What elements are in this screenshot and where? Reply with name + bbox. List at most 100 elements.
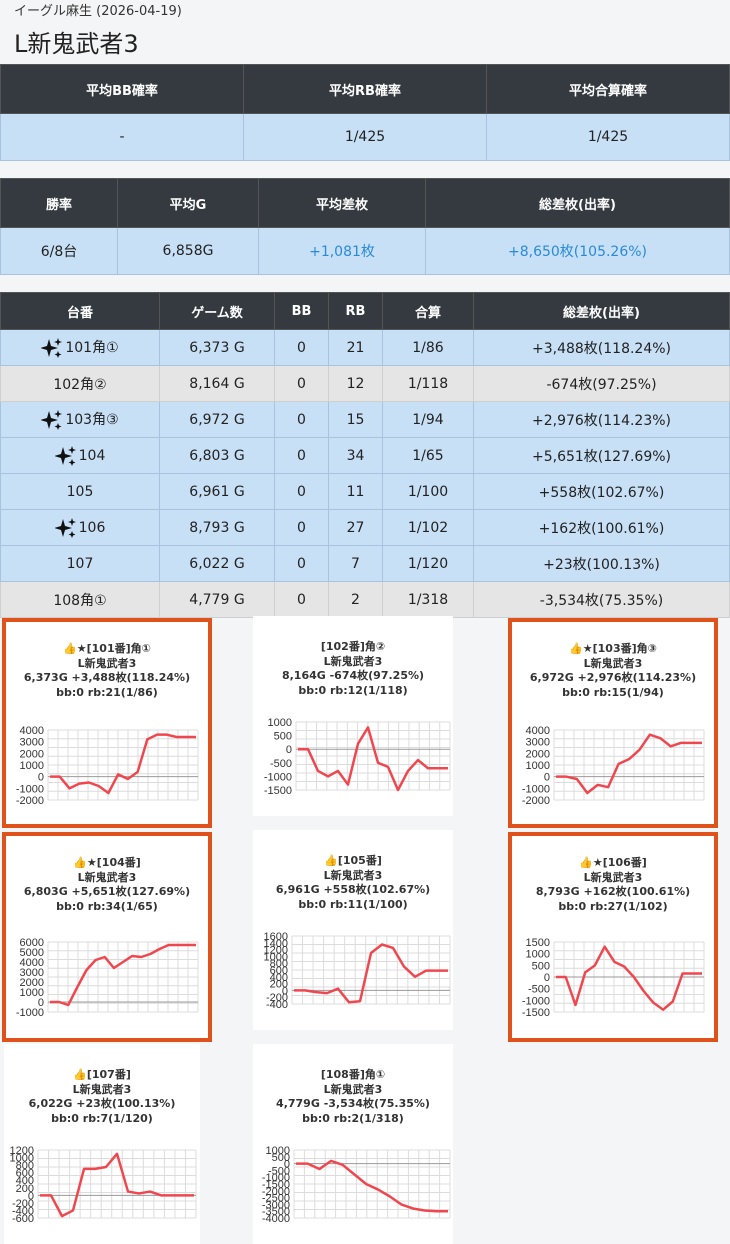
total-diff-text: +5,651枚(127.69%) xyxy=(531,448,672,465)
y-tick-label: -400 xyxy=(266,999,288,1011)
chart-card-101[interactable]: 👍★[101番]角① L新鬼武者3 6,373G +3,488枚(118.24%) b… xyxy=(2,618,212,828)
win-rate-value: 6/8台 xyxy=(0,227,118,275)
total-diff-text: +2,976枚(114.23%) xyxy=(531,412,672,429)
y-tick-label: -500 xyxy=(528,984,550,996)
y-tick-label: 3000 xyxy=(20,737,44,749)
y-tick-label: 0 xyxy=(544,772,550,784)
combined-prob-text: 1/65 xyxy=(412,447,444,464)
line-chart: 1000 5000 -500-1000 -1500 xyxy=(264,717,451,797)
y-tick-label: 1500 xyxy=(526,937,550,949)
line-chart: 6000500040003000200010000-1000 xyxy=(16,937,199,1019)
y-tick-label: 0 xyxy=(286,744,292,756)
chart-card-106[interactable]: 👍★[106番] L新鬼武者3 8,793G +162枚(100.61%) bb:0 … xyxy=(508,832,718,1042)
combined-prob: 1/86 xyxy=(382,329,474,366)
chart-card-107[interactable]: 👍[107番] L新鬼武者3 6,022G +23枚(100.13%) bb:0 rb… xyxy=(4,1044,200,1244)
sparkle-icon xyxy=(41,410,63,430)
table-row: 107 6,022 G 0 7 1/120 +23枚(100.13%) xyxy=(0,545,730,582)
game-count: 6,373 G xyxy=(159,329,275,366)
table-row: 105 6,961 G 0 11 1/100 +558枚(102.67%) xyxy=(0,473,730,510)
machine-number: 105 xyxy=(0,473,160,510)
col-header: 勝率 xyxy=(0,178,118,228)
game-count: 6,972 G xyxy=(159,401,275,438)
total-diff-text: +558枚(102.67%) xyxy=(538,484,665,501)
rb-count: 27 xyxy=(328,509,383,546)
page-title: L新鬼武者3 xyxy=(14,30,139,58)
total-diff: +5,651枚(127.69%) xyxy=(473,437,730,474)
bb-count-text: 0 xyxy=(297,447,306,464)
combined-prob-text: 1/86 xyxy=(412,339,444,356)
chart-grid xyxy=(47,729,199,801)
combined-prob-text: 1/120 xyxy=(407,555,449,572)
chart-card-105[interactable]: 👍[105番] L新鬼武者3 6,961G +558枚(102.67%) bb:0 r… xyxy=(253,830,453,1030)
total-diff: +2,976枚(114.23%) xyxy=(473,401,730,438)
series-line xyxy=(556,945,702,1011)
y-tick-label: 3000 xyxy=(526,737,550,749)
total-diff-text: -674枚(97.25%) xyxy=(546,376,657,393)
bb-count: 0 xyxy=(274,401,329,438)
series-line xyxy=(296,1159,448,1213)
sparkle-icon xyxy=(54,517,76,538)
y-tick-label: 4000 xyxy=(20,725,44,737)
game-count: 8,164 G xyxy=(159,365,275,402)
total-diff: +23枚(100.13%) xyxy=(473,545,730,582)
rb-count-text: 27 xyxy=(346,519,365,536)
total-diff-text: +23枚(100.13%) xyxy=(543,556,660,573)
avg-rb-value: 1/425 xyxy=(243,113,487,161)
rb-count: 2 xyxy=(328,581,383,618)
bb-count-text: 0 xyxy=(297,411,306,428)
total-diff: +3,488枚(118.24%) xyxy=(473,329,730,366)
total-diff: -3,534枚(75.35%) xyxy=(473,581,730,618)
chart-card-104[interactable]: 👍★[104番] L新鬼武者3 6,803G +5,651枚(127.69%) bb:… xyxy=(2,832,212,1042)
series-line xyxy=(40,1152,194,1218)
bb-count: 0 xyxy=(274,365,329,402)
y-tick-label: -1000 xyxy=(16,1007,44,1019)
combined-prob: 1/94 xyxy=(382,401,474,438)
machine-number-text: 103角③ xyxy=(65,412,119,428)
avg-games-value: 6,858G xyxy=(117,227,259,275)
machine-number-text: 105 xyxy=(66,483,94,500)
bb-count-text: 0 xyxy=(297,483,306,500)
y-tick-label: 1000 xyxy=(20,760,44,772)
game-count: 6,803 G xyxy=(159,437,275,474)
series-line xyxy=(556,733,702,795)
machine-number-text: 107 xyxy=(66,555,94,572)
chart-card-108[interactable]: [108番]角① L新鬼武者3 4,779G -3,534枚(75.35%) bb:0… xyxy=(253,1044,453,1244)
table-row: 104 6,803 G 0 34 1/65 +5,651枚(127.69%) xyxy=(0,437,730,474)
machine-number-text: 101角① xyxy=(65,340,119,356)
rb-count-text: 7 xyxy=(351,555,360,572)
rb-count: 34 xyxy=(328,437,383,474)
combined-prob: 1/318 xyxy=(382,581,474,618)
combined-prob-text: 1/318 xyxy=(407,591,449,608)
col-header: 平均BB確率 xyxy=(0,64,244,114)
rb-count: 21 xyxy=(328,329,383,366)
y-tick-label: 1000 xyxy=(268,717,292,729)
y-tick-label: -2000 xyxy=(16,795,44,807)
y-tick-label: -4000 xyxy=(262,1213,290,1225)
rb-count-text: 15 xyxy=(346,411,365,428)
game-count-text: 8,164 G xyxy=(189,375,245,392)
bb-count-text: 0 xyxy=(297,339,306,356)
combined-prob-text: 1/102 xyxy=(407,519,449,536)
rb-count-text: 2 xyxy=(351,591,360,608)
col-header: BB xyxy=(274,292,329,330)
chart-card-103[interactable]: 👍★[103番]角③ L新鬼武者3 6,972G +2,976枚(114.23%) b… xyxy=(508,618,718,828)
machine-number: 108角① xyxy=(0,581,160,618)
total-diff-text: -3,534枚(75.35%) xyxy=(539,592,664,609)
machine-number-text: 106 xyxy=(78,519,106,536)
y-tick-label: 2000 xyxy=(526,748,550,760)
machine-number-text: 108角① xyxy=(53,592,107,609)
game-count-text: 6,961 G xyxy=(189,483,245,500)
col-header: 総差枚(出率) xyxy=(425,178,730,228)
y-tick-label: -1500 xyxy=(264,785,292,797)
chart-card-102[interactable]: [102番]角② L新鬼武者3 8,164G -674枚(97.25%) bb:0 r… xyxy=(253,616,453,816)
y-tick-label: 1000 xyxy=(526,949,550,961)
y-tick-label: -1500 xyxy=(522,1007,550,1019)
col-header: 合算 xyxy=(382,292,474,330)
rb-count-text: 11 xyxy=(346,483,365,500)
y-tick-label: -1000 xyxy=(522,995,550,1007)
col-header: 平均G xyxy=(117,178,259,228)
bb-count: 0 xyxy=(274,581,329,618)
bb-count: 0 xyxy=(274,473,329,510)
series-line xyxy=(50,943,196,1007)
table-row: 102角② 8,164 G 0 12 1/118 -674枚(97.25%) xyxy=(0,365,730,402)
